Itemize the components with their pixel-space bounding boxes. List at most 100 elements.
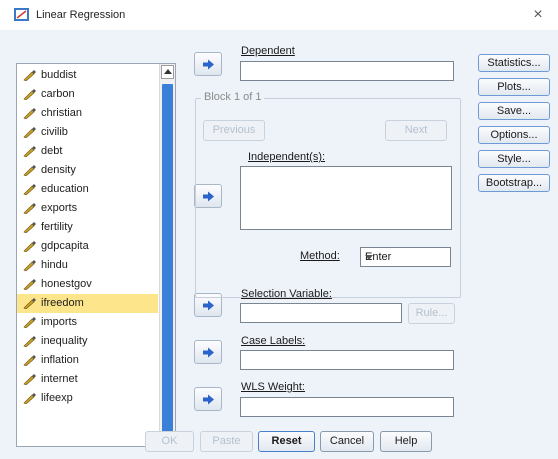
variable-name: density: [41, 164, 76, 176]
variable-name: carbon: [41, 88, 75, 100]
variable-item[interactable]: imports: [17, 313, 158, 332]
spss-regression-icon: [14, 8, 29, 21]
dialog-body: buddist carbon christian civilib debt density…: [0, 30, 558, 459]
cancel-button[interactable]: Cancel: [320, 431, 374, 452]
variable-name: civilib: [41, 126, 68, 138]
variable-name: lifeexp: [41, 392, 73, 404]
title-bar: Linear Regression ×: [0, 0, 558, 30]
chevron-down-icon: [365, 255, 373, 260]
variable-item[interactable]: fertility: [17, 218, 158, 237]
variable-item[interactable]: honestgov: [17, 275, 158, 294]
dependent-field[interactable]: [240, 61, 454, 81]
variable-item[interactable]: lifeexp: [17, 389, 158, 408]
selection-variable-field[interactable]: [240, 303, 402, 323]
ruler-pencil-icon: [23, 317, 36, 328]
ruler-pencil-icon: [23, 203, 36, 214]
case-labels-field[interactable]: [240, 350, 454, 370]
variable-name: ifreedom: [41, 297, 84, 309]
save-button[interactable]: Save...: [478, 102, 550, 120]
variable-name: buddist: [41, 69, 77, 81]
ok-button[interactable]: OK: [145, 431, 194, 452]
variable-name: gdpcapita: [41, 240, 89, 252]
plots-button[interactable]: Plots...: [478, 78, 550, 96]
ruler-pencil-icon: [23, 241, 36, 252]
variable-list-items: buddist carbon christian civilib debt density…: [17, 66, 158, 408]
options-button[interactable]: Options...: [478, 126, 550, 144]
independent-list[interactable]: [240, 166, 452, 230]
ruler-pencil-icon: [23, 89, 36, 100]
case-labels-label: Case Labels:: [241, 335, 306, 347]
previous-button[interactable]: Previous: [203, 120, 265, 141]
wls-weight-label: WLS Weight:: [241, 381, 305, 393]
ruler-pencil-icon: [23, 146, 36, 157]
variable-item[interactable]: education: [17, 180, 158, 199]
close-icon[interactable]: ×: [526, 4, 550, 26]
next-button[interactable]: Next: [385, 120, 447, 141]
window-title: Linear Regression: [36, 9, 126, 21]
scroll-up-button[interactable]: [161, 65, 174, 79]
variable-name: education: [41, 183, 89, 195]
variable-name: internet: [41, 373, 78, 385]
reset-button[interactable]: Reset: [258, 431, 315, 452]
move-to-wls-button[interactable]: [194, 387, 222, 411]
variable-item[interactable]: exports: [17, 199, 158, 218]
paste-button[interactable]: Paste: [200, 431, 253, 452]
ruler-pencil-icon: [23, 393, 36, 404]
arrow-right-icon: [203, 59, 214, 70]
variable-item[interactable]: inflation: [17, 351, 158, 370]
ruler-pencil-icon: [23, 279, 36, 290]
ruler-pencil-icon: [23, 165, 36, 176]
arrow-right-icon: [203, 347, 214, 358]
arrow-right-icon: [203, 394, 214, 405]
variable-item[interactable]: density: [17, 161, 158, 180]
ruler-pencil-icon: [23, 184, 36, 195]
rule-button[interactable]: Rule...: [408, 303, 455, 324]
variable-name: christian: [41, 107, 82, 119]
variable-name: imports: [41, 316, 78, 328]
chevron-up-icon: [164, 69, 172, 74]
variable-item[interactable]: civilib: [17, 123, 158, 142]
ruler-pencil-icon: [23, 70, 36, 81]
variable-name: fertility: [41, 221, 73, 233]
block-title: Block 1 of 1: [201, 91, 265, 103]
independent-label: Independent(s):: [248, 151, 326, 163]
ruler-pencil-icon: [23, 374, 36, 385]
ruler-pencil-icon: [23, 355, 36, 366]
help-button[interactable]: Help: [380, 431, 432, 452]
variable-item[interactable]: christian: [17, 104, 158, 123]
variable-name: inequality: [41, 335, 88, 347]
variable-item[interactable]: inequality: [17, 332, 158, 351]
variable-name: hindu: [41, 259, 68, 271]
ruler-pencil-icon: [23, 222, 36, 233]
variable-name: debt: [41, 145, 63, 157]
arrow-right-icon: [203, 300, 214, 311]
ruler-pencil-icon: [23, 336, 36, 347]
statistics-button[interactable]: Statistics...: [478, 54, 550, 72]
scrollbar[interactable]: [159, 64, 175, 446]
variable-name: exports: [41, 202, 78, 214]
ruler-pencil-icon: [23, 108, 36, 119]
variable-item[interactable]: gdpcapita: [17, 237, 158, 256]
variable-item[interactable]: carbon: [17, 85, 158, 104]
variable-name: honestgov: [41, 278, 92, 290]
method-select[interactable]: Enter: [360, 247, 451, 267]
style-button[interactable]: Style...: [478, 150, 550, 168]
wls-weight-field[interactable]: [240, 397, 454, 417]
selection-variable-label: Selection Variable:: [241, 288, 332, 300]
variable-item[interactable]: internet: [17, 370, 158, 389]
move-to-dependent-button[interactable]: [194, 52, 222, 76]
variable-item[interactable]: buddist: [17, 66, 158, 85]
variable-list[interactable]: buddist carbon christian civilib debt density…: [16, 63, 176, 447]
variable-item[interactable]: hindu: [17, 256, 158, 275]
variable-name: inflation: [41, 354, 79, 366]
scroll-thumb[interactable]: [162, 84, 173, 432]
variable-item[interactable]: debt: [17, 142, 158, 161]
method-label: Method:: [300, 250, 340, 262]
dependent-label: Dependent: [241, 45, 295, 57]
ruler-pencil-icon: [23, 260, 36, 271]
move-to-case-labels-button[interactable]: [194, 340, 222, 364]
variable-item[interactable]: ifreedom: [17, 294, 158, 313]
ruler-pencil-icon: [23, 298, 36, 309]
ruler-pencil-icon: [23, 127, 36, 138]
bootstrap-button[interactable]: Bootstrap...: [478, 174, 550, 192]
